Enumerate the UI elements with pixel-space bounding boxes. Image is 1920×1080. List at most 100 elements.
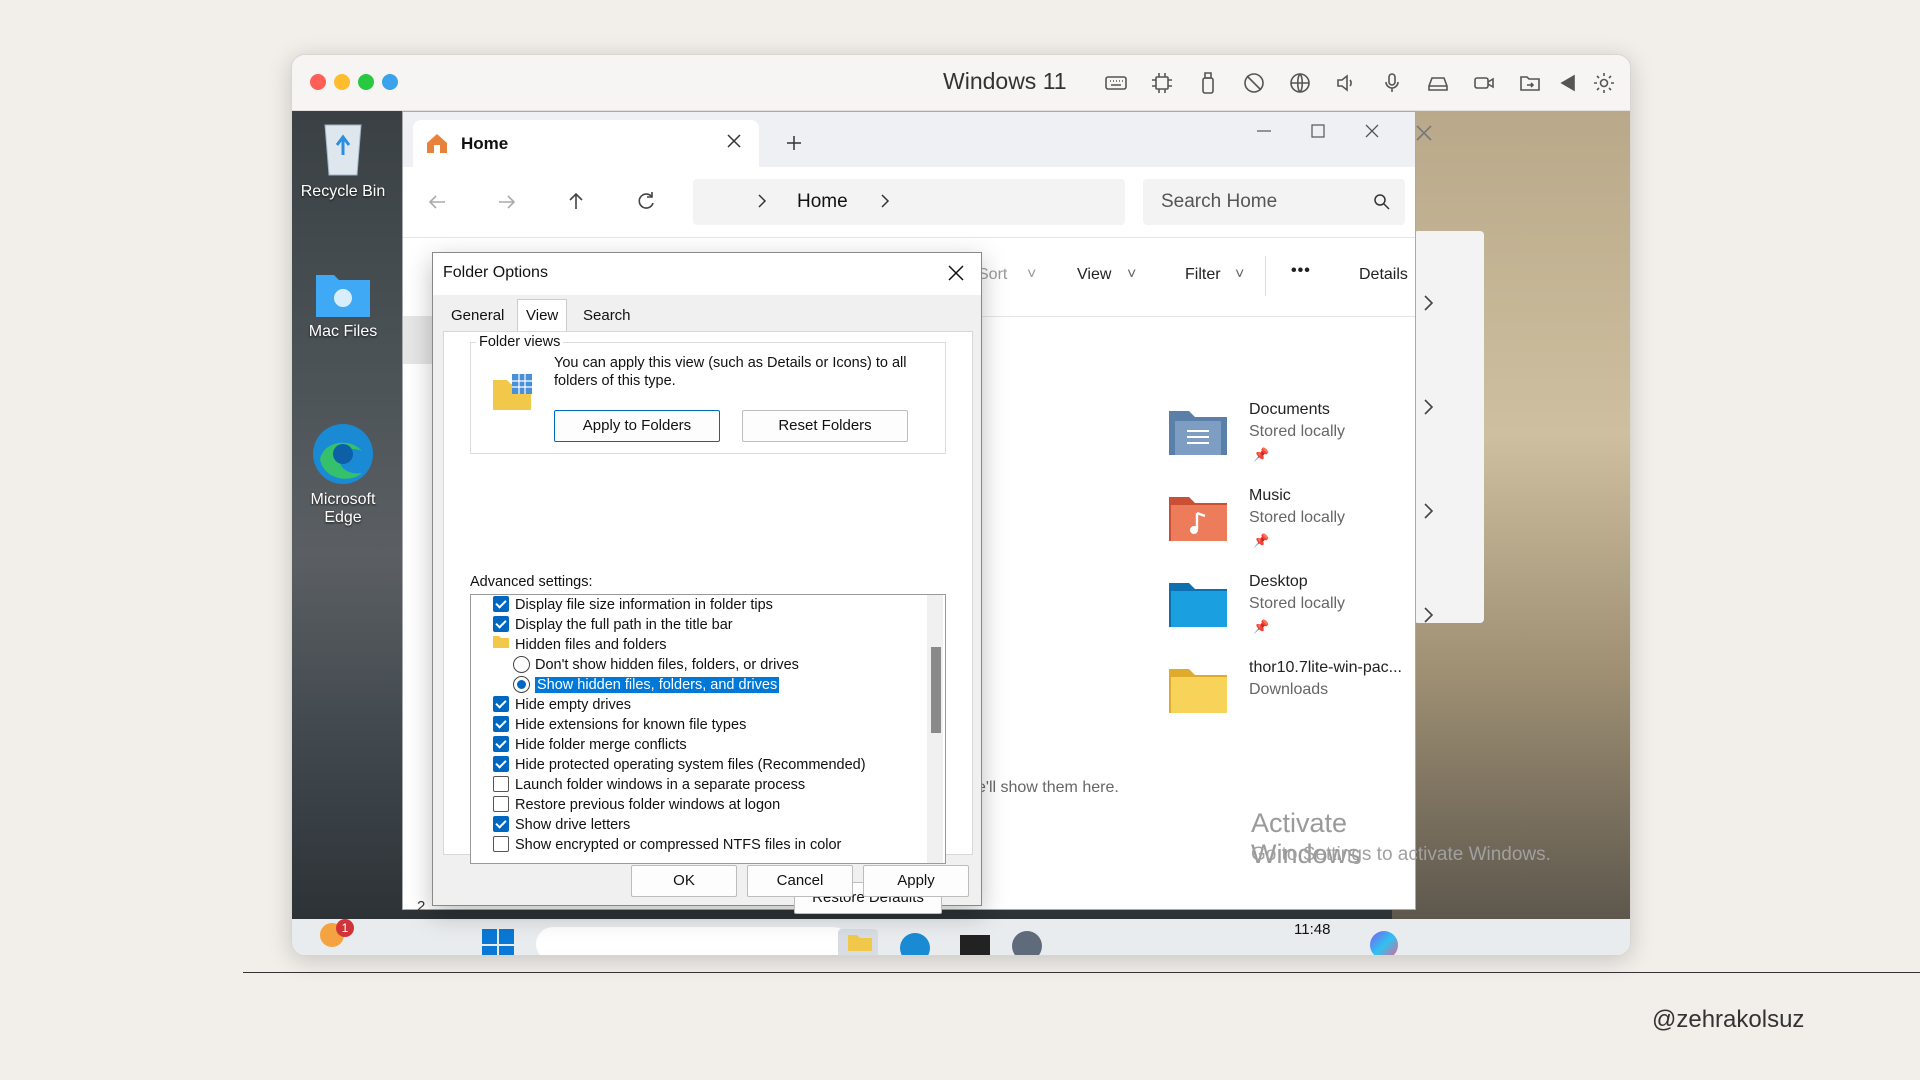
checkbox[interactable] — [493, 836, 509, 853]
tab-close-icon[interactable] — [726, 133, 742, 154]
scrollbar-thumb[interactable] — [931, 647, 941, 733]
setting-show-hidden[interactable]: Show hidden files, folders, and drives — [513, 675, 945, 695]
forward-icon[interactable] — [497, 193, 517, 216]
filter-button[interactable]: Filter — [1185, 266, 1221, 284]
setting-restore-windows[interactable]: Restore previous folder windows at logon — [493, 795, 933, 815]
usb-icon[interactable] — [1194, 69, 1222, 97]
speaker-icon[interactable] — [1332, 69, 1360, 97]
cpu-icon[interactable] — [1148, 69, 1176, 97]
maximize-icon[interactable] — [1309, 122, 1327, 145]
terminal-taskbar-icon[interactable] — [960, 935, 990, 955]
chevron-right-icon[interactable] — [1422, 397, 1436, 422]
details-button[interactable]: Details — [1359, 266, 1408, 284]
divider-line — [243, 972, 1920, 973]
quick-access-item[interactable]: Documents Stored locally 📌 — [1167, 401, 1407, 481]
sort-button[interactable]: Sort — [978, 266, 1007, 284]
radio[interactable] — [513, 675, 530, 693]
view-button[interactable]: View — [1077, 266, 1111, 284]
tab-general[interactable]: General — [443, 303, 512, 329]
setting-dont-show-hidden[interactable]: Don't show hidden files, folders, or dri… — [513, 655, 945, 675]
keyboard-icon[interactable] — [1102, 69, 1130, 97]
drive-icon[interactable] — [1424, 69, 1452, 97]
advanced-settings-list[interactable]: Display file size information in folder … — [470, 594, 946, 864]
edge-taskbar-icon[interactable] — [900, 933, 930, 955]
zoom-dot[interactable] — [358, 74, 374, 90]
windows-start-icon[interactable] — [482, 929, 514, 955]
chevron-down-icon: ˅ — [1235, 266, 1245, 283]
search-box[interactable]: Search Home — [1143, 179, 1405, 225]
reset-folders-button[interactable]: Reset Folders — [742, 410, 908, 442]
minimize-dot[interactable] — [334, 74, 350, 90]
microphone-icon[interactable] — [1378, 69, 1406, 97]
apply-button[interactable]: Apply — [863, 865, 969, 897]
edge-shortcut[interactable]: Microsoft Edge — [298, 421, 388, 527]
tab-view[interactable]: View — [517, 299, 568, 332]
search-placeholder: Search Home — [1161, 191, 1278, 212]
checkbox[interactable] — [493, 696, 509, 713]
gear-icon[interactable] — [1590, 69, 1618, 97]
setting-hide-merge-conflicts[interactable]: Hide folder merge conflicts — [493, 735, 933, 755]
chevron-right-icon[interactable] — [1422, 501, 1436, 526]
checkbox[interactable] — [493, 596, 509, 613]
globe-icon[interactable] — [1286, 69, 1314, 97]
background-close-icon[interactable] — [1414, 123, 1464, 163]
setting-show-drive-letters[interactable]: Show drive letters — [493, 815, 933, 835]
chevron-right-icon[interactable] — [1422, 293, 1436, 318]
checkbox[interactable] — [493, 816, 509, 833]
tab-search[interactable]: Search — [575, 303, 639, 329]
camera-off-icon[interactable] — [1240, 69, 1268, 97]
checkbox[interactable] — [493, 736, 509, 753]
more-options-button[interactable]: ••• — [1291, 262, 1311, 280]
address-home[interactable]: Home — [797, 191, 848, 213]
setting-display-full-path[interactable]: Display the full path in the title bar — [493, 615, 933, 635]
back-arrow-icon[interactable] — [1554, 69, 1582, 97]
extra-dot[interactable] — [382, 74, 398, 90]
chevron-right-icon[interactable] — [880, 193, 890, 214]
advanced-settings-label: Advanced settings: — [470, 574, 593, 590]
author-credit: @zehrakolsuz — [1652, 1006, 1805, 1033]
quick-access-item[interactable]: Desktop Stored locally 📌 — [1167, 573, 1407, 653]
windows-taskbar: 1 11:48 — [292, 919, 1630, 955]
back-icon[interactable] — [427, 193, 447, 216]
setting-ntfs-color[interactable]: Show encrypted or compressed NTFS files … — [493, 835, 933, 855]
quick-access-item[interactable]: thor10.7lite-win-pac... Downloads — [1167, 659, 1407, 739]
setting-label: Hide extensions for known file types — [515, 717, 747, 733]
setting-display-file-size[interactable]: Display file size information in folder … — [493, 595, 933, 615]
checkbox[interactable] — [493, 796, 509, 813]
shared-folder-icon[interactable] — [1516, 69, 1544, 97]
refresh-icon[interactable] — [636, 191, 656, 216]
checkbox[interactable] — [493, 616, 509, 633]
quick-access-item[interactable]: Music Stored locally 📌 — [1167, 487, 1407, 567]
taskbar-search[interactable] — [536, 927, 850, 955]
checkbox[interactable] — [493, 776, 509, 793]
setting-hide-empty-drives[interactable]: Hide empty drives — [493, 695, 933, 715]
cancel-button[interactable]: Cancel — [747, 865, 853, 897]
minimize-icon[interactable] — [1255, 122, 1273, 145]
checkbox[interactable] — [493, 756, 509, 773]
video-icon[interactable] — [1470, 69, 1498, 97]
radio[interactable] — [513, 655, 530, 673]
copilot-icon[interactable] — [1370, 931, 1398, 955]
up-icon[interactable] — [567, 191, 585, 216]
mac-files-shortcut[interactable]: Mac Files — [298, 269, 388, 341]
checkbox[interactable] — [493, 716, 509, 733]
address-bar[interactable]: Home — [693, 179, 1125, 225]
apply-to-folders-button[interactable]: Apply to Folders — [554, 410, 720, 442]
new-tab-icon[interactable] — [785, 134, 803, 157]
close-dot[interactable] — [310, 74, 326, 90]
window-close-icon[interactable] — [1363, 122, 1381, 145]
item-name: Documents — [1249, 401, 1330, 418]
tab-home[interactable]: Home — [413, 120, 759, 167]
setting-separate-process[interactable]: Launch folder windows in a separate proc… — [493, 775, 933, 795]
setting-label: Hide protected operating system files (R… — [515, 757, 866, 773]
recycle-bin-icon — [317, 115, 369, 179]
settings-taskbar-icon[interactable] — [1012, 931, 1042, 955]
ok-button[interactable]: OK — [631, 865, 737, 897]
setting-hide-extensions[interactable]: Hide extensions for known file types — [493, 715, 933, 735]
setting-hide-protected-files[interactable]: Hide protected operating system files (R… — [493, 755, 933, 775]
sidebar-selection — [403, 316, 433, 364]
clock-time[interactable]: 11:48 — [1294, 921, 1330, 938]
dialog-close-icon[interactable] — [947, 264, 965, 287]
chevron-right-icon[interactable] — [1422, 605, 1436, 630]
recycle-bin-shortcut[interactable]: Recycle Bin — [298, 115, 388, 201]
